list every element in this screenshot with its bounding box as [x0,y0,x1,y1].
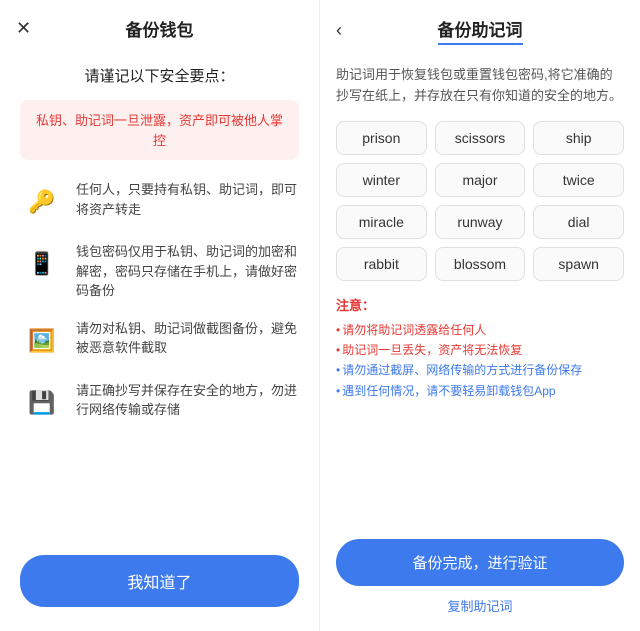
word-item-0: prison [336,121,427,155]
word-item-6: miracle [336,205,427,239]
safety-item-3: 🖼️ 请勿对私钥、助记词做截图备份，避免被恶意软件截取 [20,319,299,363]
right-title: 备份助记词 [438,16,523,45]
right-content: 助记词用于恢复钱包或重置钱包密码,将它准确的抄写在纸上，并存放在只有你知道的安全… [320,61,640,527]
word-item-9: rabbit [336,247,427,281]
safety-item-1: 🔑 任何人，只要持有私钥、助记词，即可将资产转走 [20,180,299,224]
mnemonic-description: 助记词用于恢复钱包或重置钱包密码,将它准确的抄写在纸上，并存放在只有你知道的安全… [336,65,624,107]
close-icon[interactable]: ✕ [16,18,31,39]
notice-item-1: 助记词一旦丢失，资产将无法恢复 [336,340,624,360]
left-header: ✕ 备份钱包 [0,0,319,57]
word-item-11: spawn [533,247,624,281]
left-panel: ✕ 备份钱包 请谨记以下安全要点： 私钥、助记词一旦泄露，资产即可被他人掌控 🔑… [0,0,320,631]
right-panel: ‹ 备份助记词 助记词用于恢复钱包或重置钱包密码,将它准确的抄写在纸上，并存放在… [320,0,640,631]
safety-text-3: 请勿对私钥、助记词做截图备份，避免被恶意软件截取 [76,319,299,358]
backup-button[interactable]: 备份完成，进行验证 [336,539,624,586]
notice-item-2: 请勿通过截屏、网络传输的方式进行备份保存 [336,360,624,380]
safety-text-2: 钱包密码仅用于私钥、助记词的加密和解密，密码只存储在手机上，请做好密码备份 [76,242,299,301]
word-item-4: major [435,163,526,197]
key-icon: 🔑 [20,180,64,224]
left-subtitle: 请谨记以下安全要点： [20,65,299,86]
safety-text-1: 任何人，只要持有私钥、助记词，即可将资产转走 [76,180,299,219]
word-item-5: twice [533,163,624,197]
left-footer: 我知道了 [0,539,319,631]
word-item-1: scissors [435,121,526,155]
know-button[interactable]: 我知道了 [20,555,299,607]
phone-icon: 📱 [20,242,64,286]
safety-item-2: 📱 钱包密码仅用于私钥、助记词的加密和解密，密码只存储在手机上，请做好密码备份 [20,242,299,301]
left-content: 请谨记以下安全要点： 私钥、助记词一旦泄露，资产即可被他人掌控 🔑 任何人，只要… [0,57,319,539]
safety-text-4: 请正确抄写并保存在安全的地方，勿进行网络传输或存储 [76,381,299,420]
word-item-8: dial [533,205,624,239]
word-item-3: winter [336,163,427,197]
word-item-7: runway [435,205,526,239]
word-grid: prisonscissorsship wintermajortwice miracl… [336,121,624,281]
warning-text: 私钥、助记词一旦泄露，资产即可被他人掌控 [36,113,283,148]
copy-mnemonic-link[interactable]: 复制助记词 [336,596,624,615]
safety-item-4: 💾 请正确抄写并保存在安全的地方，勿进行网络传输或存储 [20,381,299,425]
notice-section: 注意： 请勿将助记词透露给任何人助记词一旦丢失，资产将无法恢复请勿通过截屏、网络… [336,295,624,402]
screenshot-icon: 🖼️ [20,319,64,363]
save-icon: 💾 [20,381,64,425]
word-item-2: ship [533,121,624,155]
notice-item-0: 请勿将助记词透露给任何人 [336,320,624,340]
right-header: ‹ 备份助记词 [320,0,640,61]
warning-banner: 私钥、助记词一旦泄露，资产即可被他人掌控 [20,100,299,160]
word-item-10: blossom [435,247,526,281]
notice-title: 注意： [336,295,624,314]
right-footer: 备份完成，进行验证 复制助记词 [320,527,640,631]
left-title: 备份钱包 [126,16,194,41]
back-icon[interactable]: ‹ [336,20,342,41]
notice-item-3: 遇到任何情况，请不要轻易卸载钱包App [336,381,624,401]
